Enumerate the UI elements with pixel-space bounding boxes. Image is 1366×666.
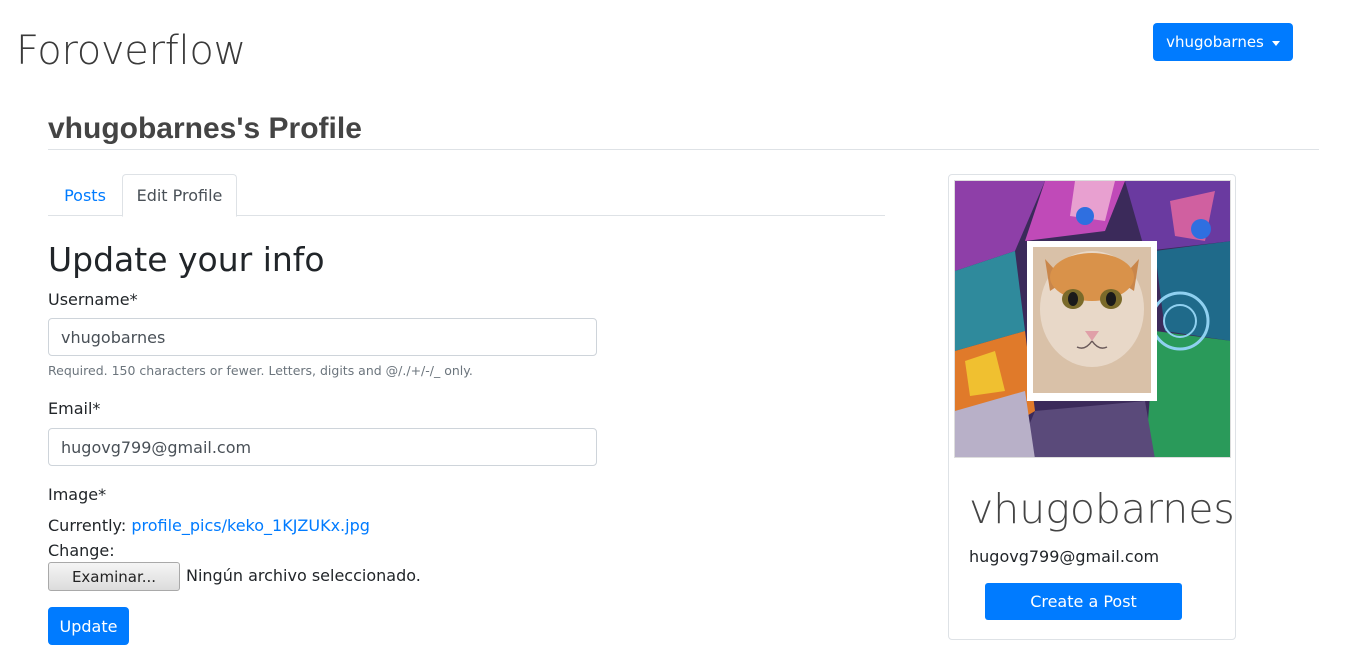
card-username: vhugobarnes: [969, 485, 1235, 533]
current-image-link[interactable]: profile_pics/keko_1KJZUKx.jpg: [131, 516, 370, 535]
current-image-row: Currently: profile_pics/keko_1KJZUKx.jpg: [48, 516, 370, 535]
image-label: Image*: [48, 485, 107, 504]
email-value: hugovg799@gmail.com: [61, 437, 252, 457]
username-input[interactable]: vhugobarnes: [48, 318, 597, 356]
current-image-label: Currently:: [48, 516, 127, 535]
avatar: [954, 180, 1231, 458]
change-image-label: Change:: [48, 541, 115, 560]
cat-photo-collage: [955, 181, 1230, 457]
username-help-text: Required. 150 characters or fewer. Lette…: [48, 363, 473, 378]
card-email: hugovg799@gmail.com: [969, 547, 1160, 566]
email-label: Email*: [48, 399, 101, 418]
username-value: vhugobarnes: [61, 327, 166, 347]
browse-file-button[interactable]: Examinar...: [48, 562, 180, 591]
profile-tabs: Posts Edit Profile: [48, 174, 885, 217]
user-menu-button[interactable]: vhugobarnes: [1153, 23, 1293, 61]
email-input[interactable]: hugovg799@gmail.com: [48, 428, 597, 466]
caret-down-icon: [1271, 40, 1280, 46]
create-post-button[interactable]: Create a Post: [985, 583, 1182, 620]
profile-card: vhugobarnes hugovg799@gmail.com Create a…: [948, 174, 1236, 640]
tab-edit-profile[interactable]: Edit Profile: [122, 174, 237, 217]
file-status-text: Ningún archivo seleccionado.: [186, 566, 421, 585]
page-title: vhugobarnes's Profile: [48, 112, 362, 145]
form-title: Update your info: [48, 240, 325, 279]
username-label: Username*: [48, 290, 138, 309]
title-divider: [48, 149, 1319, 150]
update-button[interactable]: Update: [48, 607, 129, 645]
site-brand[interactable]: Foroverflow: [16, 28, 246, 74]
user-menu-label: vhugobarnes: [1166, 33, 1264, 51]
tab-posts[interactable]: Posts: [48, 174, 122, 216]
